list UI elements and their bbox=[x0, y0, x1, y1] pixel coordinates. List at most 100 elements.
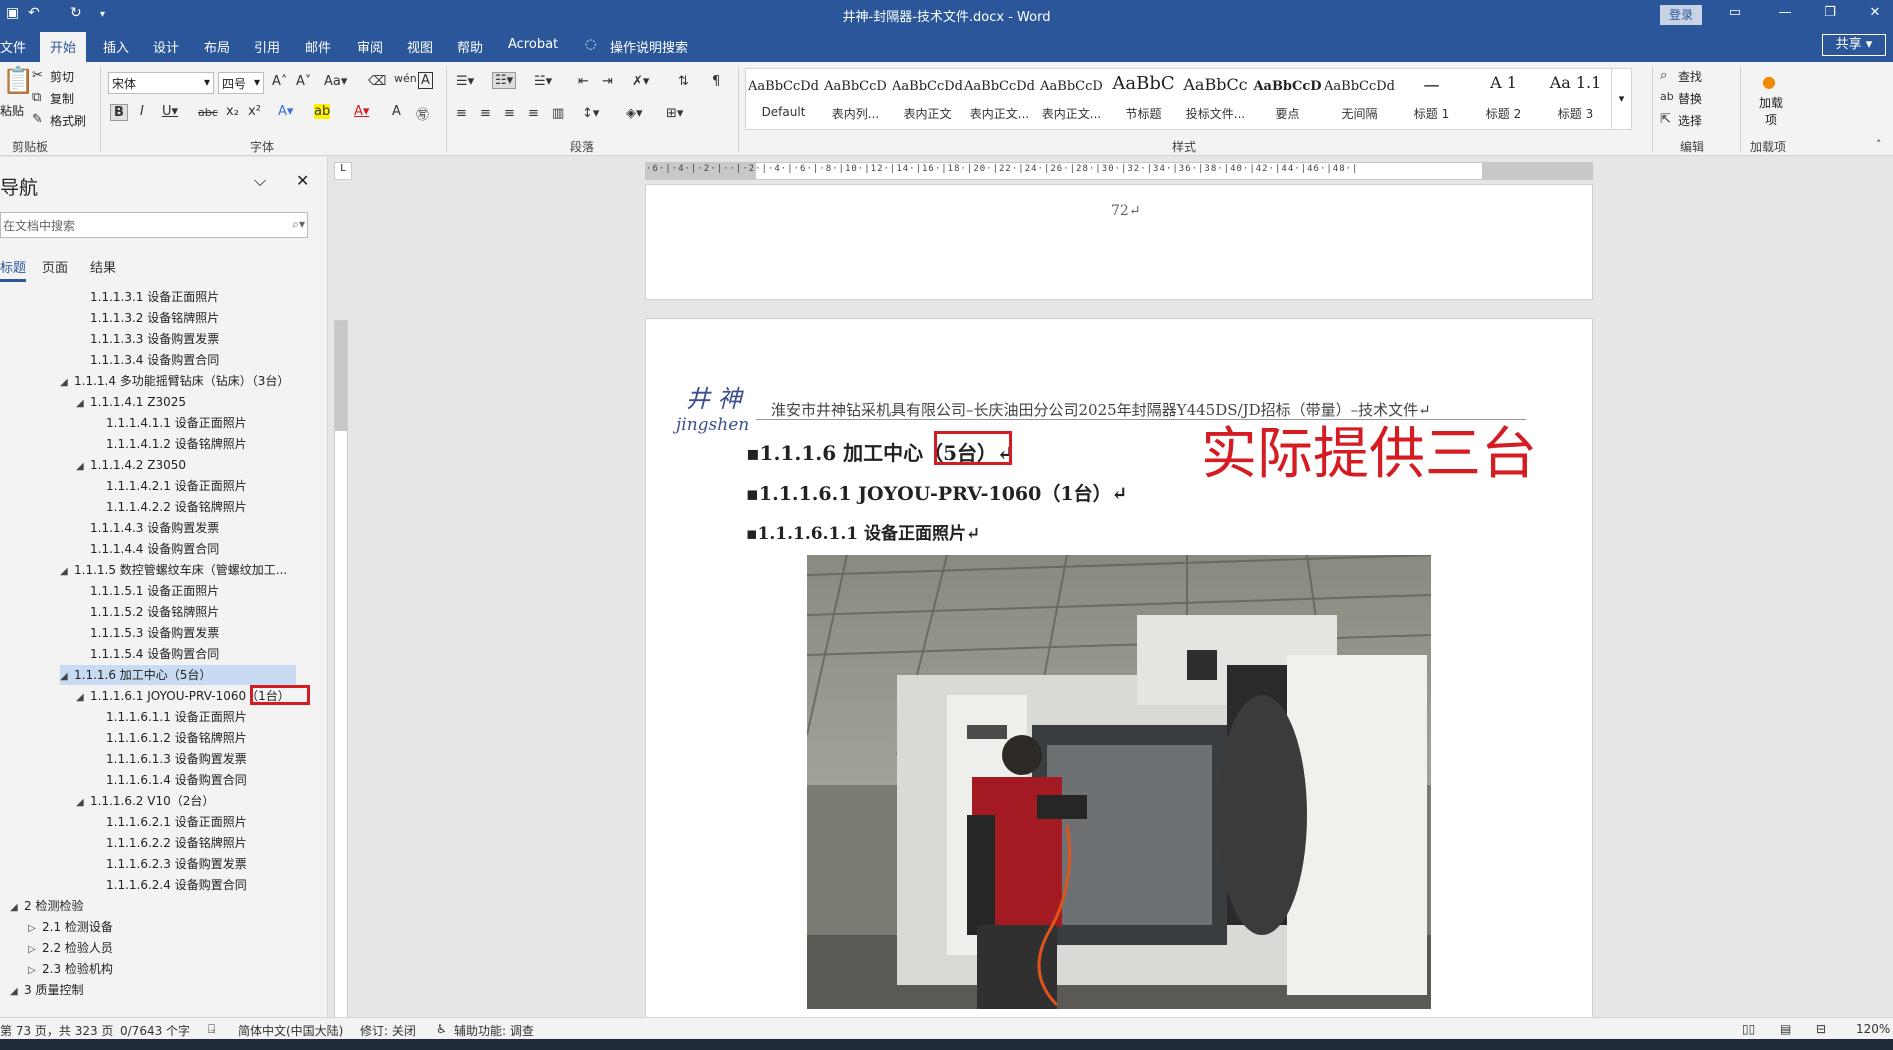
style-bid-doc[interactable]: AaBbCc 投标文件... bbox=[1180, 69, 1251, 129]
nav-heading-item[interactable]: ◢ 1.1.1.4.2 Z3050 bbox=[76, 455, 186, 475]
highlight-icon[interactable]: ab bbox=[314, 104, 331, 119]
tell-me-search[interactable]: 操作说明搜索 bbox=[610, 37, 688, 56]
replace-button[interactable]: 替换 bbox=[1678, 90, 1702, 107]
expand-toggle-icon[interactable]: ▷ bbox=[28, 940, 42, 960]
nav-heading-item[interactable]: ◢ 1.1.1.4 多功能摇臂钻床（钻床）（3台） bbox=[60, 371, 289, 391]
nav-heading-item[interactable]: 1.1.1.6.2.4 设备购置合同 bbox=[92, 875, 247, 895]
nav-heading-item[interactable]: ◢ 2 检测检验 bbox=[10, 896, 83, 916]
style-section-title[interactable]: AaBbC 节标题 bbox=[1108, 69, 1179, 129]
close-icon[interactable]: ✕ bbox=[296, 171, 309, 190]
nav-heading-item[interactable]: 1.1.1.5.4 设备购置合同 bbox=[76, 644, 219, 664]
page-counter[interactable]: 第 73 页，共 323 页 bbox=[0, 1022, 113, 1039]
collapse-ribbon-icon[interactable]: ˄ bbox=[1876, 138, 1882, 151]
nav-heading-item[interactable]: ◢ 1.1.1.6 加工中心（5台） bbox=[60, 665, 296, 685]
track-changes-status[interactable]: 修订: 关闭 bbox=[360, 1022, 416, 1039]
nav-heading-item[interactable]: ◢ 1.1.1.4.1 Z3025 bbox=[76, 392, 186, 412]
style-heading-2[interactable]: A 1 标题 2 bbox=[1468, 69, 1539, 129]
style-heading-3[interactable]: Aa 1.1 标题 3 bbox=[1540, 69, 1611, 129]
numbering-icon[interactable]: ☷▾ bbox=[492, 72, 517, 89]
addins-button[interactable]: 加载项 bbox=[1756, 94, 1786, 128]
tab-selector[interactable]: L bbox=[334, 162, 352, 180]
zoom-level[interactable]: 120% bbox=[1856, 1022, 1890, 1036]
nav-heading-item[interactable]: 1.1.1.3.3 设备购置发票 bbox=[76, 329, 219, 349]
nav-heading-item[interactable]: 1.1.1.4.1.2 设备铭牌照片 bbox=[92, 434, 247, 454]
char-border-icon[interactable]: A bbox=[418, 72, 433, 89]
copy-button[interactable]: 复制 bbox=[50, 90, 74, 107]
tab-help[interactable]: 帮助 bbox=[457, 37, 483, 56]
nav-heading-item[interactable]: 1.1.1.5.2 设备铭牌照片 bbox=[76, 602, 219, 622]
tab-references[interactable]: 引用 bbox=[254, 37, 280, 56]
grow-font-icon[interactable]: A˄ bbox=[272, 74, 287, 89]
tab-acrobat[interactable]: Acrobat bbox=[508, 37, 558, 52]
superscript-icon[interactable]: x² bbox=[248, 104, 261, 119]
clear-format-icon[interactable]: ⌫ bbox=[368, 74, 386, 89]
style-table-body[interactable]: AaBbCcDdI 表内正文 bbox=[892, 69, 963, 129]
expand-toggle-icon[interactable]: ◢ bbox=[76, 688, 90, 708]
tab-home[interactable]: 开始 bbox=[40, 32, 87, 62]
nav-heading-item[interactable]: 1.1.1.3.4 设备购置合同 bbox=[76, 350, 219, 370]
nav-heading-item[interactable]: 1.1.1.4.1.1 设备正面照片 bbox=[92, 413, 247, 433]
expand-toggle-icon[interactable]: ▷ bbox=[28, 961, 42, 981]
nav-heading-item[interactable]: 1.1.1.6.2.1 设备正面照片 bbox=[92, 812, 247, 832]
word-count[interactable]: 0/7643 个字 bbox=[120, 1022, 190, 1039]
restore-icon[interactable]: ❐ bbox=[1815, 5, 1845, 20]
tab-insert[interactable]: 插入 bbox=[103, 37, 129, 56]
proofing-icon[interactable]: ⍈ bbox=[208, 1022, 215, 1037]
paste-button[interactable]: 粘贴 bbox=[0, 102, 24, 119]
style-table-body-2[interactable]: AaBbCcDdI 表内正文... bbox=[964, 69, 1035, 129]
machine-photo[interactable] bbox=[807, 555, 1431, 1009]
expand-toggle-icon[interactable]: ◢ bbox=[60, 667, 74, 687]
heading-level4[interactable]: ▪1.1.1.6.1 JOYOU-PRV-1060（1台）↵ bbox=[746, 479, 1128, 506]
borders-icon[interactable]: ⊞▾ bbox=[666, 106, 683, 121]
nav-heading-item[interactable]: 1.1.1.6.2.2 设备铭牌照片 bbox=[92, 833, 247, 853]
expand-toggle-icon[interactable]: ◢ bbox=[60, 562, 74, 582]
shading-icon[interactable]: ◈▾ bbox=[626, 106, 643, 121]
styles-more-icon[interactable]: ▾ bbox=[1611, 69, 1631, 129]
nav-heading-item[interactable]: 1.1.1.5.1 设备正面照片 bbox=[76, 581, 219, 601]
tab-results[interactable]: 结果 bbox=[90, 257, 116, 276]
font-name-select[interactable]: 宋体 ▾ bbox=[108, 72, 214, 94]
distribute-icon[interactable]: ▥ bbox=[552, 106, 564, 121]
tab-review[interactable]: 审阅 bbox=[357, 37, 383, 56]
tab-mailings[interactable]: 邮件 bbox=[305, 37, 331, 56]
nav-heading-item[interactable]: 1.1.1.3.2 设备铭牌照片 bbox=[76, 308, 219, 328]
nav-heading-item[interactable]: 1.1.1.6.2.3 设备购置发票 bbox=[92, 854, 247, 874]
tab-headings[interactable]: 标题 bbox=[0, 257, 27, 282]
multilevel-list-icon[interactable]: ☱▾ bbox=[534, 74, 552, 89]
nav-heading-item[interactable]: 1.1.1.6.1.3 设备购置发票 bbox=[92, 749, 247, 769]
minimize-icon[interactable]: — bbox=[1770, 5, 1800, 20]
shrink-font-icon[interactable]: A˅ bbox=[296, 74, 311, 89]
nav-heading-item[interactable]: ▷ 2.3 检验机构 bbox=[28, 959, 113, 979]
increase-indent-icon[interactable]: ⇥ bbox=[602, 74, 613, 89]
tab-design[interactable]: 设计 bbox=[153, 37, 179, 56]
align-center-icon[interactable]: ≡ bbox=[480, 106, 491, 121]
underline-icon[interactable]: U▾ bbox=[162, 104, 178, 119]
nav-heading-item[interactable]: ◢ 3 质量控制 bbox=[10, 980, 83, 1000]
nav-heading-item[interactable]: ◢ 1.1.1.5 数控管螺纹车床（管螺纹加工... bbox=[60, 560, 287, 580]
align-right-icon[interactable]: ≡ bbox=[504, 106, 515, 121]
line-spacing-icon[interactable]: ↕▾ bbox=[582, 106, 599, 121]
change-case-icon[interactable]: Aa▾ bbox=[324, 74, 347, 89]
cut-button[interactable]: 剪切 bbox=[50, 68, 74, 85]
expand-toggle-icon[interactable]: ◢ bbox=[76, 394, 90, 414]
tab-view[interactable]: 视图 bbox=[407, 37, 433, 56]
find-button[interactable]: 查找 bbox=[1678, 68, 1702, 85]
accessibility-status[interactable]: 辅助功能: 调查 bbox=[454, 1022, 534, 1039]
style-no-spacing[interactable]: AaBbCcDdI 无间隔 bbox=[1324, 69, 1395, 129]
tab-pages[interactable]: 页面 bbox=[42, 257, 68, 276]
style-key-point[interactable]: AaBbCcD 要点 bbox=[1252, 69, 1323, 129]
paste-icon[interactable]: 📋 bbox=[2, 66, 34, 96]
expand-toggle-icon[interactable]: ◢ bbox=[10, 898, 24, 918]
nav-heading-item[interactable]: 1.1.1.4.2.1 设备正面照片 bbox=[92, 476, 247, 496]
nav-heading-item[interactable]: 1.1.1.4.2.2 设备铭牌照片 bbox=[92, 497, 247, 517]
chinese-layout-icon[interactable]: ✗▾ bbox=[632, 74, 649, 89]
align-left-icon[interactable]: ≡ bbox=[456, 106, 467, 121]
search-icon[interactable]: ⌕▾ bbox=[292, 217, 305, 232]
style-default[interactable]: AaBbCcDd Default bbox=[748, 69, 819, 129]
strikethrough-icon[interactable]: abc bbox=[198, 106, 218, 119]
nav-heading-item[interactable]: 1.1.1.4.3 设备购置发票 bbox=[76, 518, 219, 538]
nav-heading-item[interactable]: 1.1.1.6.1.1 设备正面照片 bbox=[92, 707, 247, 727]
print-layout-icon[interactable]: ▤ bbox=[1780, 1022, 1791, 1036]
font-size-select[interactable]: 四号 ▾ bbox=[218, 72, 264, 94]
close-icon[interactable]: ✕ bbox=[1860, 5, 1890, 20]
